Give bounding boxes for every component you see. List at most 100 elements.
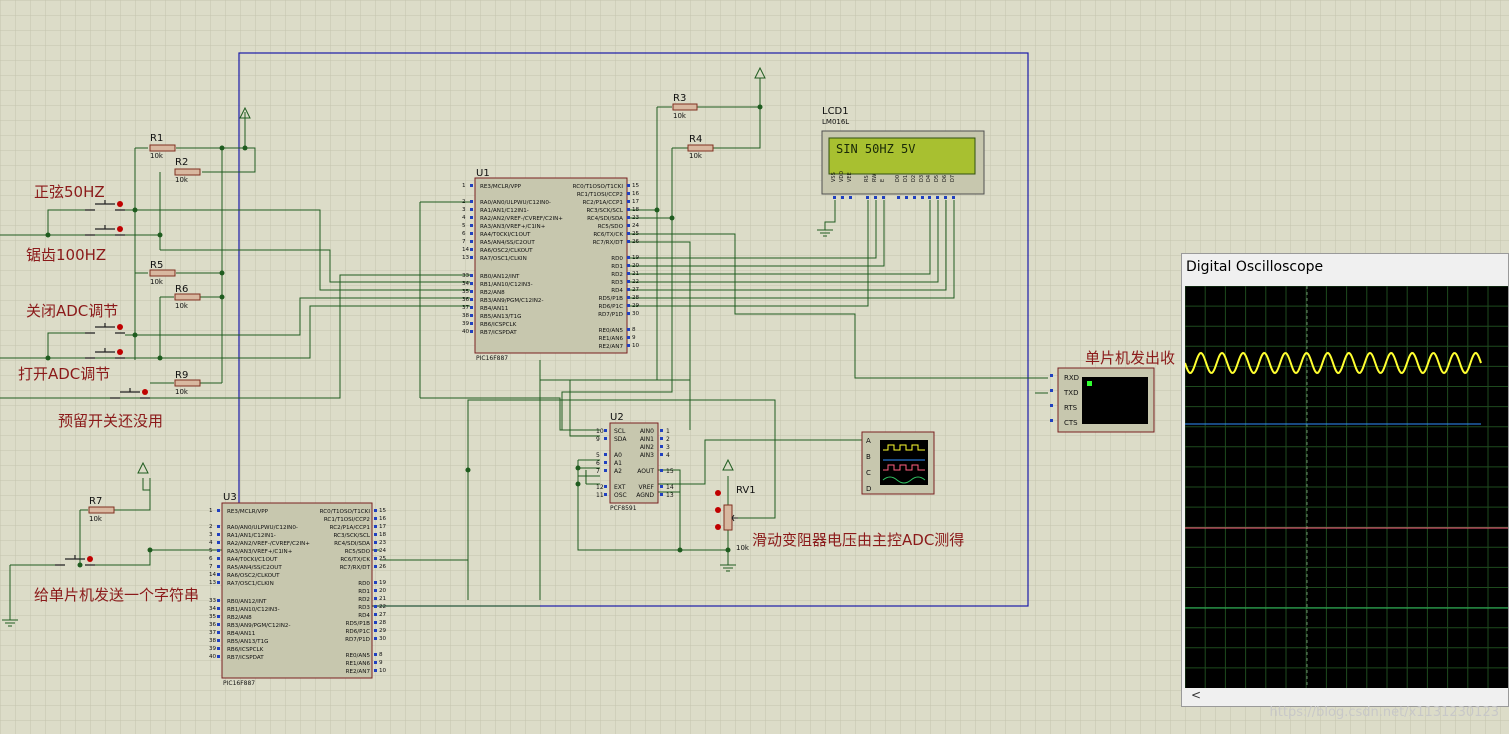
pin[interactable]: [374, 653, 377, 656]
pin[interactable]: [660, 429, 663, 432]
pin[interactable]: [470, 330, 473, 333]
pin[interactable]: [374, 629, 377, 632]
pin[interactable]: [470, 306, 473, 309]
pin[interactable]: [374, 589, 377, 592]
pin[interactable]: [627, 296, 630, 299]
pin[interactable]: [604, 493, 607, 496]
pin[interactable]: [374, 669, 377, 672]
pin[interactable]: [217, 565, 220, 568]
lcd-pin[interactable]: [913, 196, 916, 199]
pin[interactable]: [470, 224, 473, 227]
pin[interactable]: [217, 615, 220, 618]
pin[interactable]: [627, 328, 630, 331]
pin[interactable]: [470, 216, 473, 219]
lcd-pin[interactable]: [882, 196, 885, 199]
pin[interactable]: [470, 184, 473, 187]
pin[interactable]: [374, 637, 377, 640]
oscilloscope-scrollbar[interactable]: <: [1185, 688, 1508, 705]
pin[interactable]: [470, 208, 473, 211]
pin[interactable]: [627, 344, 630, 347]
pin[interactable]: [627, 200, 630, 203]
lcd-pin[interactable]: [928, 196, 931, 199]
pin[interactable]: [217, 607, 220, 610]
pin[interactable]: [627, 208, 630, 211]
lcd-pin[interactable]: [874, 196, 877, 199]
pin[interactable]: [660, 445, 663, 448]
terminal-pin[interactable]: [1050, 389, 1053, 392]
pin[interactable]: [604, 429, 607, 432]
pin[interactable]: [627, 256, 630, 259]
pin[interactable]: [470, 290, 473, 293]
pin[interactable]: [627, 272, 630, 275]
pin[interactable]: [217, 581, 220, 584]
pin[interactable]: [374, 581, 377, 584]
pin[interactable]: [217, 525, 220, 528]
lcd-pin[interactable]: [866, 196, 869, 199]
lcd-pin[interactable]: [841, 196, 844, 199]
pin[interactable]: [604, 437, 607, 440]
pin[interactable]: [374, 541, 377, 544]
pin[interactable]: [374, 509, 377, 512]
lcd-pin[interactable]: [833, 196, 836, 199]
pin[interactable]: [374, 549, 377, 552]
pin[interactable]: [217, 549, 220, 552]
pin[interactable]: [470, 314, 473, 317]
lcd-pin[interactable]: [952, 196, 955, 199]
pin[interactable]: [660, 469, 663, 472]
terminal-pin[interactable]: [1050, 419, 1053, 422]
pin[interactable]: [470, 256, 473, 259]
pin[interactable]: [374, 557, 377, 560]
pin[interactable]: [470, 282, 473, 285]
pin[interactable]: [627, 240, 630, 243]
pin[interactable]: [374, 517, 377, 520]
virtual-terminal[interactable]: RXD TXD RTS CTS: [1050, 367, 1155, 433]
pin[interactable]: [627, 216, 630, 219]
pin[interactable]: [374, 565, 377, 568]
pin[interactable]: [217, 509, 220, 512]
oscilloscope-window[interactable]: Digital Oscilloscope <: [1181, 253, 1509, 707]
scroll-left-arrow[interactable]: <: [1191, 688, 1201, 702]
pin[interactable]: [604, 485, 607, 488]
pin[interactable]: [627, 288, 630, 291]
pin[interactable]: [627, 312, 630, 315]
pin[interactable]: [470, 200, 473, 203]
pin[interactable]: [604, 461, 607, 464]
lcd-pin[interactable]: [936, 196, 939, 199]
pin[interactable]: [217, 541, 220, 544]
pin[interactable]: [470, 232, 473, 235]
oscilloscope-probe[interactable]: ABCD: [861, 431, 935, 495]
pin[interactable]: [217, 573, 220, 576]
pin[interactable]: [217, 655, 220, 658]
lcd-pin[interactable]: [897, 196, 900, 199]
pin[interactable]: [217, 557, 220, 560]
pin[interactable]: [627, 304, 630, 307]
pin[interactable]: [217, 639, 220, 642]
pin[interactable]: [374, 613, 377, 616]
pin[interactable]: [374, 533, 377, 536]
pin[interactable]: [374, 621, 377, 624]
pin[interactable]: [217, 631, 220, 634]
pin[interactable]: [217, 533, 220, 536]
pin[interactable]: [604, 453, 607, 456]
pin[interactable]: [660, 437, 663, 440]
pin[interactable]: [660, 453, 663, 456]
pin[interactable]: [470, 298, 473, 301]
lcd-pin[interactable]: [905, 196, 908, 199]
pin[interactable]: [627, 280, 630, 283]
pin[interactable]: [627, 336, 630, 339]
pin[interactable]: [470, 248, 473, 251]
pin[interactable]: [217, 599, 220, 602]
terminal-pin[interactable]: [1050, 374, 1053, 377]
lcd-pin[interactable]: [849, 196, 852, 199]
pin[interactable]: [627, 232, 630, 235]
pin[interactable]: [627, 184, 630, 187]
pin[interactable]: [374, 597, 377, 600]
pin[interactable]: [374, 605, 377, 608]
pin[interactable]: [627, 192, 630, 195]
pin[interactable]: [660, 493, 663, 496]
lcd-pin[interactable]: [944, 196, 947, 199]
pin[interactable]: [627, 264, 630, 267]
pin[interactable]: [217, 647, 220, 650]
terminal-pin[interactable]: [1050, 404, 1053, 407]
pin[interactable]: [604, 469, 607, 472]
